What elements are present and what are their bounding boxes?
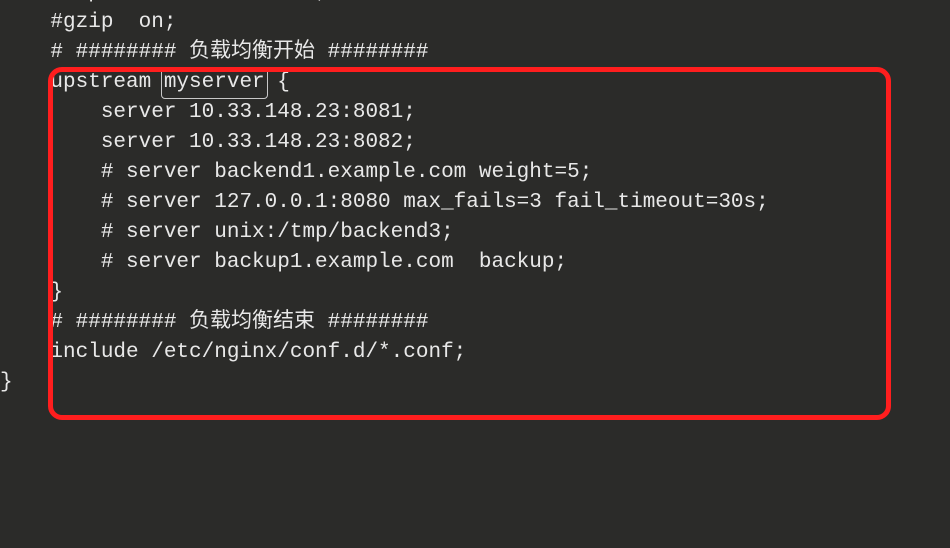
comment-hash: # ######## — [0, 41, 189, 64]
comment-hash: ######## — [315, 41, 428, 64]
code-line: # ######## 负载均衡开始 ######## — [0, 38, 950, 68]
code-line: keepalive_timeout 65; — [0, 0, 950, 8]
annotation-highlight-box — [48, 67, 891, 420]
code-block: keepalive_timeout 65; #gzip on; # ######… — [0, 0, 950, 398]
comment-text-cn: 负载均衡开始 — [189, 41, 315, 64]
code-line: #gzip on; — [0, 8, 950, 38]
